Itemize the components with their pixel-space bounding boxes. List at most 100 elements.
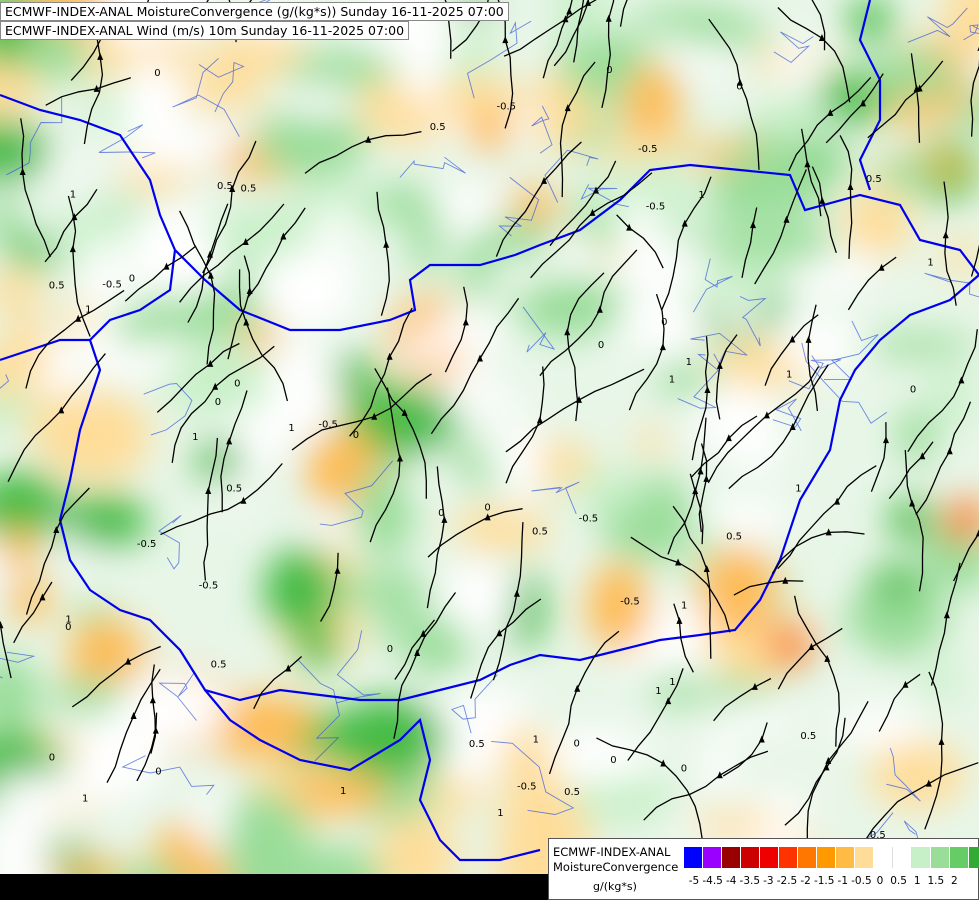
contour-label: -0.5	[620, 597, 640, 608]
field-blob	[587, 561, 650, 653]
contour-label: 0	[610, 755, 616, 766]
field-blob	[482, 217, 557, 262]
contour-label: 1	[192, 432, 198, 443]
legend-tick: -0.5	[851, 875, 872, 887]
contour-label: 1	[65, 614, 71, 625]
contour-label: 0.5	[226, 484, 242, 495]
contour-label: 0.5	[726, 531, 742, 542]
contour-label: -0.5	[517, 782, 537, 793]
field-blob	[842, 595, 950, 649]
legend-tick: 1	[913, 875, 921, 887]
legend-tick: -4.5	[702, 875, 723, 887]
contour-label: -0.5	[102, 280, 122, 291]
contour-label: 0	[484, 503, 490, 514]
field-blob	[407, 330, 438, 369]
field-spot	[8, 578, 52, 622]
legend-unit: g/(kg*s)	[593, 880, 637, 893]
field-blob	[263, 548, 339, 634]
field-blob	[631, 430, 671, 455]
field-blob	[572, 468, 647, 512]
legend-name-line2: MoistureConvergence	[553, 860, 679, 874]
field-blob	[334, 354, 376, 398]
field-blob	[516, 274, 624, 338]
field-blob	[878, 157, 934, 192]
legend-tick: -1	[837, 875, 849, 887]
contour-label: 0.5	[532, 527, 548, 538]
legend-tick: -4	[725, 875, 737, 887]
contour-label: 0	[438, 508, 444, 519]
field-blob	[764, 91, 827, 146]
contour-label: 0	[215, 397, 221, 408]
field-spot	[198, 438, 242, 482]
contour-label: 0.5	[469, 739, 485, 750]
legend-tick: -2.5	[776, 875, 798, 887]
contour-label: 0	[154, 68, 160, 79]
contour-label: 1	[681, 601, 687, 612]
legend-swatch	[703, 847, 722, 868]
contour-label: 0	[606, 65, 612, 76]
field-blob	[61, 494, 149, 549]
contour-label: -0.5	[638, 144, 658, 155]
legend-tick: 1.5	[927, 875, 945, 887]
legend-tick: 0	[876, 875, 884, 887]
contour-label: 0.5	[49, 280, 65, 291]
contour-label: 0	[353, 430, 359, 441]
field-blob	[731, 412, 783, 475]
legend-swatch	[912, 847, 931, 868]
contour-label: 0.5	[430, 122, 446, 133]
legend-tick: -3	[763, 875, 774, 887]
field-blob	[121, 139, 222, 168]
contour-label: 0	[598, 340, 604, 351]
contour-label: 0	[681, 763, 687, 774]
field-blob	[198, 788, 229, 853]
contour-label: 0	[234, 379, 240, 390]
color-legend: ECMWF-INDEX-ANAL MoistureConvergence g/(…	[548, 838, 979, 900]
contour-label: 0	[736, 82, 742, 93]
field-blob	[896, 407, 936, 465]
legend-tick-labels: -5 -4.5 -4 -3.5 -3 -2.5 -2 -1.5 -1 -0.5 0 0.5 1 1.5 2	[684, 875, 978, 889]
legend-name: ECMWF-INDEX-ANAL MoistureConvergence	[553, 845, 678, 875]
legend-swatch	[874, 847, 893, 868]
field-blob	[408, 632, 467, 681]
legend-name-line1: ECMWF-INDEX-ANAL	[553, 845, 671, 859]
contour-label: 1	[927, 257, 933, 268]
legend-swatch	[931, 847, 950, 868]
contour-label: 0	[387, 644, 393, 655]
contour-label: 1	[686, 357, 692, 368]
field-blob	[442, 563, 518, 631]
field-blob	[689, 810, 783, 837]
field-spot	[848, 0, 892, 42]
contour-label: 0.5	[800, 731, 816, 742]
legend-tick: -3.5	[739, 875, 761, 887]
field-blob	[447, 386, 527, 412]
field-blob	[728, 226, 840, 264]
contour-label: -0.5	[579, 514, 599, 525]
legend-swatch	[836, 847, 855, 868]
contour-label: -0.5	[497, 101, 517, 112]
legend-swatch	[741, 847, 760, 868]
contour-label: -0.5	[137, 539, 157, 550]
field-blob	[83, 236, 119, 304]
contour-label: 1	[85, 305, 91, 316]
contour-label: 0	[49, 753, 55, 764]
contour-label: 1	[669, 375, 675, 386]
contour-label: 1	[795, 483, 801, 494]
legend-tick: 2	[951, 875, 958, 887]
field-blob	[858, 51, 961, 100]
field-blob	[329, 697, 448, 778]
title-wind: ECMWF-INDEX-ANAL Wind (m/s) 10m Sunday 1…	[0, 21, 410, 40]
contour-label: 1	[655, 686, 661, 697]
field-blob	[702, 735, 735, 797]
contour-label: 1	[288, 423, 294, 434]
legend-swatch	[722, 847, 741, 868]
field-blob	[254, 109, 368, 178]
field-blob	[113, 674, 228, 745]
contour-label: 1	[669, 677, 675, 688]
contour-label: 0.5	[866, 174, 882, 185]
field-spot	[468, 108, 512, 152]
contour-label: 1	[786, 370, 792, 381]
legend-tick: -5	[688, 875, 700, 887]
contour-label: 0.5	[211, 660, 227, 671]
field-spot	[218, 718, 262, 762]
contour-label: 1	[70, 189, 76, 200]
